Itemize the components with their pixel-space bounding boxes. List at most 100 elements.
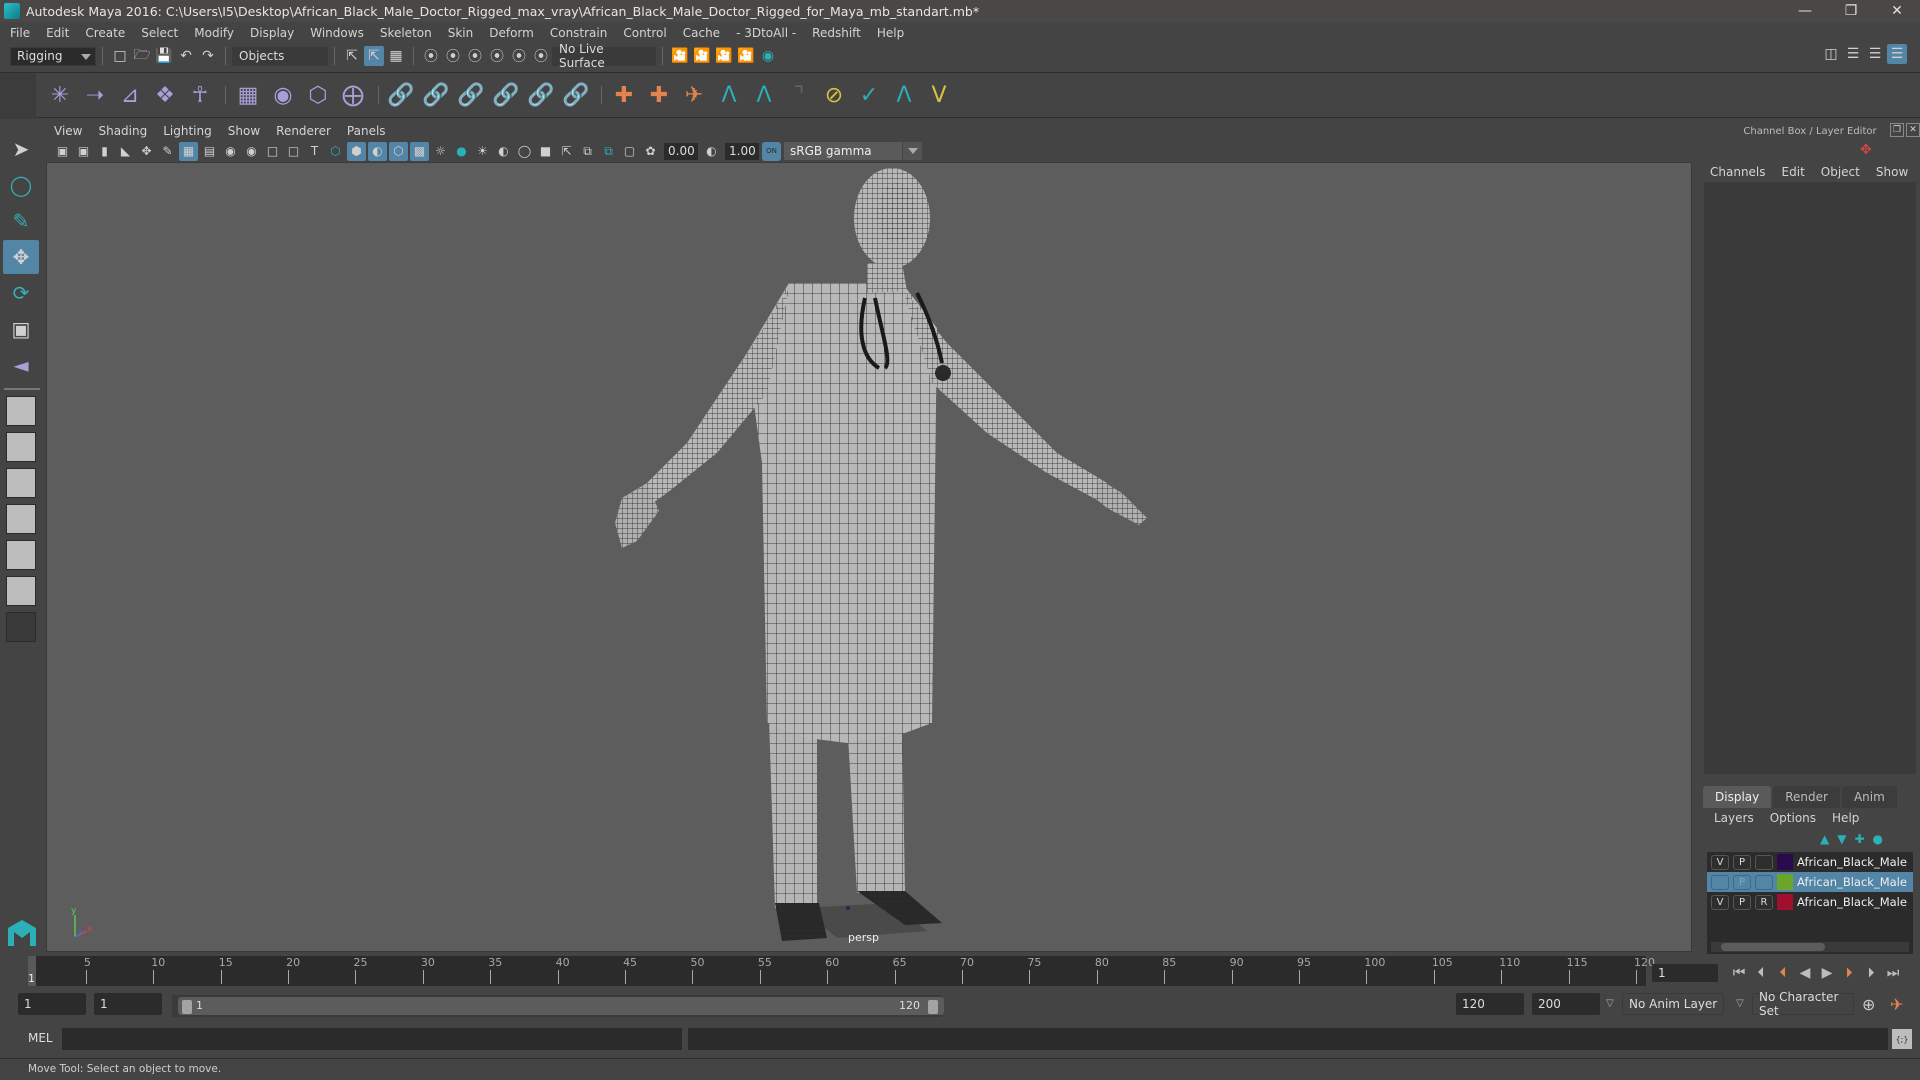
menu-skin[interactable]: Skin bbox=[448, 26, 474, 40]
anim-layer-dropdown[interactable]: No Anim Layer bbox=[1622, 993, 1724, 1015]
layer-playback-toggle[interactable]: P bbox=[1733, 894, 1751, 910]
layer-name[interactable]: African_Black_Male_Doctor bbox=[1797, 895, 1907, 909]
auto-key-icon[interactable]: ⊕ bbox=[1862, 995, 1875, 1014]
layer-menu-options[interactable]: Options bbox=[1770, 811, 1816, 825]
default-material-icon[interactable]: ◐ bbox=[368, 141, 387, 161]
grease-pencil-icon[interactable]: ✎ bbox=[158, 142, 177, 161]
maya-script-1-icon[interactable]: Λ bbox=[713, 79, 745, 111]
layer-row[interactable]: V P African_Black_Male_Doctor bbox=[1707, 852, 1913, 872]
layer-display-type-toggle[interactable] bbox=[1755, 874, 1773, 890]
layer-row[interactable]: P African_Black_Male_Doctor bbox=[1707, 872, 1913, 892]
undo-icon[interactable]: ↶ bbox=[176, 46, 196, 66]
perspective-viewport[interactable]: y z x persp bbox=[46, 162, 1692, 952]
layer-color-swatch[interactable] bbox=[1777, 874, 1793, 890]
layer-playback-toggle[interactable]: P bbox=[1733, 874, 1751, 890]
layer-playback-toggle[interactable]: P bbox=[1733, 854, 1751, 870]
character-set-chevron-icon[interactable]: ▽ bbox=[1736, 998, 1744, 1009]
layer-visibility-toggle[interactable] bbox=[1711, 874, 1729, 890]
range-end-handle[interactable] bbox=[928, 1000, 938, 1014]
grid-icon[interactable]: ▦ bbox=[179, 141, 198, 161]
lattice-icon[interactable]: ⬡ bbox=[302, 79, 334, 111]
snap-point-icon[interactable]: ⦿ bbox=[465, 46, 485, 66]
select-camera-icon[interactable]: ▣ bbox=[53, 142, 72, 161]
play-forwards-icon[interactable]: ▶ bbox=[1816, 962, 1838, 984]
wireframe-on-shaded-icon[interactable]: ⬡ bbox=[389, 141, 408, 161]
paint-weights-icon[interactable]: ◉ bbox=[267, 79, 299, 111]
hypershade-icon[interactable]: ◉ bbox=[758, 46, 778, 66]
render-frame-icon[interactable]: 🎦 bbox=[692, 46, 712, 66]
animation-end-field[interactable]: 200 bbox=[1532, 993, 1600, 1015]
image-plane-icon[interactable]: ◣ bbox=[116, 142, 135, 161]
last-tool-icon[interactable]: ◄ bbox=[3, 348, 39, 382]
menuset-dropdown[interactable]: Rigging bbox=[10, 46, 96, 66]
select-by-component-icon[interactable]: ▦ bbox=[386, 46, 406, 66]
go-to-start-icon[interactable]: ⏮ bbox=[1728, 962, 1750, 984]
point-constraint-icon[interactable]: 🔗 bbox=[420, 79, 452, 111]
viewport-menu-panels[interactable]: Panels bbox=[347, 124, 386, 138]
rotate-tool-icon[interactable]: ⟳ bbox=[3, 276, 39, 310]
shelf-tabs-menu[interactable] bbox=[0, 73, 36, 119]
resolution-gate-icon[interactable]: ◉ bbox=[221, 142, 240, 161]
snap-magnet-icon[interactable]: ⦿ bbox=[531, 46, 551, 66]
play-backwards-icon[interactable]: ◀ bbox=[1794, 962, 1816, 984]
current-frame-field[interactable]: 1 bbox=[1652, 964, 1718, 982]
range-start-handle[interactable] bbox=[182, 1000, 192, 1014]
bookmarks-icon[interactable]: ▮ bbox=[95, 142, 114, 161]
snap-live-icon[interactable]: ⦿ bbox=[509, 46, 529, 66]
ik-spline-icon[interactable]: ⊿ bbox=[114, 79, 146, 111]
menu-select[interactable]: Select bbox=[141, 26, 178, 40]
step-forward-key-icon[interactable]: ⏵ bbox=[1838, 962, 1860, 984]
menu-file[interactable]: File bbox=[10, 26, 30, 40]
viewport-menu-lighting[interactable]: Lighting bbox=[163, 124, 212, 138]
scrollbar-thumb[interactable] bbox=[1721, 943, 1825, 951]
viewport-menu-renderer[interactable]: Renderer bbox=[276, 124, 331, 138]
script-editor-icon[interactable]: {;} bbox=[1892, 1029, 1912, 1049]
hypershade-persp-layout-icon[interactable] bbox=[6, 540, 36, 570]
tab-anim[interactable]: Anim bbox=[1841, 786, 1897, 808]
float-panel-icon[interactable]: ❐ bbox=[1890, 123, 1904, 137]
select-by-object-icon[interactable]: ⇱ bbox=[364, 46, 384, 66]
aim-constraint-icon[interactable]: 🔗 bbox=[525, 79, 557, 111]
four-view-layout-icon[interactable] bbox=[6, 432, 36, 462]
select-by-hierarchy-icon[interactable]: ⇱ bbox=[342, 46, 362, 66]
selection-mode-dropdown[interactable]: Objects bbox=[232, 46, 328, 66]
safe-action-icon[interactable]: □ bbox=[284, 142, 303, 161]
ik-handle-icon[interactable]: ➝ bbox=[79, 79, 111, 111]
layer-display-type-toggle[interactable] bbox=[1755, 854, 1773, 870]
layer-menu-help[interactable]: Help bbox=[1832, 811, 1859, 825]
current-time-marker[interactable]: 1 bbox=[28, 956, 36, 986]
live-surface-field[interactable]: No Live Surface bbox=[552, 42, 656, 70]
safe-title-icon[interactable]: T bbox=[305, 142, 324, 161]
xray-joints-icon[interactable]: ▢ bbox=[620, 142, 639, 161]
render-view-icon[interactable]: 🎦 bbox=[670, 46, 690, 66]
close-panel-icon[interactable]: ✕ bbox=[1906, 123, 1920, 137]
joint-tool-icon[interactable]: ✳ bbox=[44, 79, 76, 111]
manipulator-icon[interactable]: ✥ bbox=[1860, 142, 1872, 158]
menu-control[interactable]: Control bbox=[623, 26, 666, 40]
layer-row[interactable]: V P R African_Black_Male_Doctor bbox=[1707, 892, 1913, 912]
exposure-field[interactable]: 0.00 bbox=[664, 142, 698, 160]
depth-of-field-icon[interactable]: ■ bbox=[536, 142, 555, 161]
freeze-transform-icon[interactable]: ⊘ bbox=[818, 79, 850, 111]
animation-preferences-icon[interactable]: ✈ bbox=[1890, 995, 1903, 1014]
screen-space-ao-icon[interactable]: ☀ bbox=[473, 142, 492, 161]
xray-active-components-icon[interactable]: ⧉ bbox=[599, 142, 618, 161]
redo-icon[interactable]: ↷ bbox=[198, 46, 218, 66]
script-v-icon[interactable]: V bbox=[923, 79, 955, 111]
film-gate-icon[interactable]: ▤ bbox=[200, 142, 219, 161]
render-settings-icon[interactable]: 🎦 bbox=[736, 46, 756, 66]
maya-script-2-icon[interactable]: Λ bbox=[748, 79, 780, 111]
snap-view-plane-icon[interactable]: ⦿ bbox=[487, 46, 507, 66]
wireframe-icon[interactable]: ⬡ bbox=[326, 142, 345, 161]
menu-3dtoall[interactable]: - 3DtoAll - bbox=[736, 26, 796, 40]
scale-constraint-icon[interactable]: 🔗 bbox=[490, 79, 522, 111]
lasso-tool-icon[interactable]: ◯ bbox=[3, 168, 39, 202]
range-slider[interactable]: 1 120 bbox=[172, 995, 944, 1017]
channel-box-menu-channels[interactable]: Channels bbox=[1710, 165, 1766, 179]
menu-create[interactable]: Create bbox=[85, 26, 125, 40]
field-chart-icon[interactable]: □ bbox=[263, 142, 282, 161]
layer-name[interactable]: African_Black_Male_Doctor bbox=[1797, 875, 1907, 889]
tab-display[interactable]: Display bbox=[1703, 786, 1772, 808]
minimize-button[interactable]: — bbox=[1782, 0, 1828, 22]
parent-constraint-icon[interactable]: 🔗 bbox=[385, 79, 417, 111]
